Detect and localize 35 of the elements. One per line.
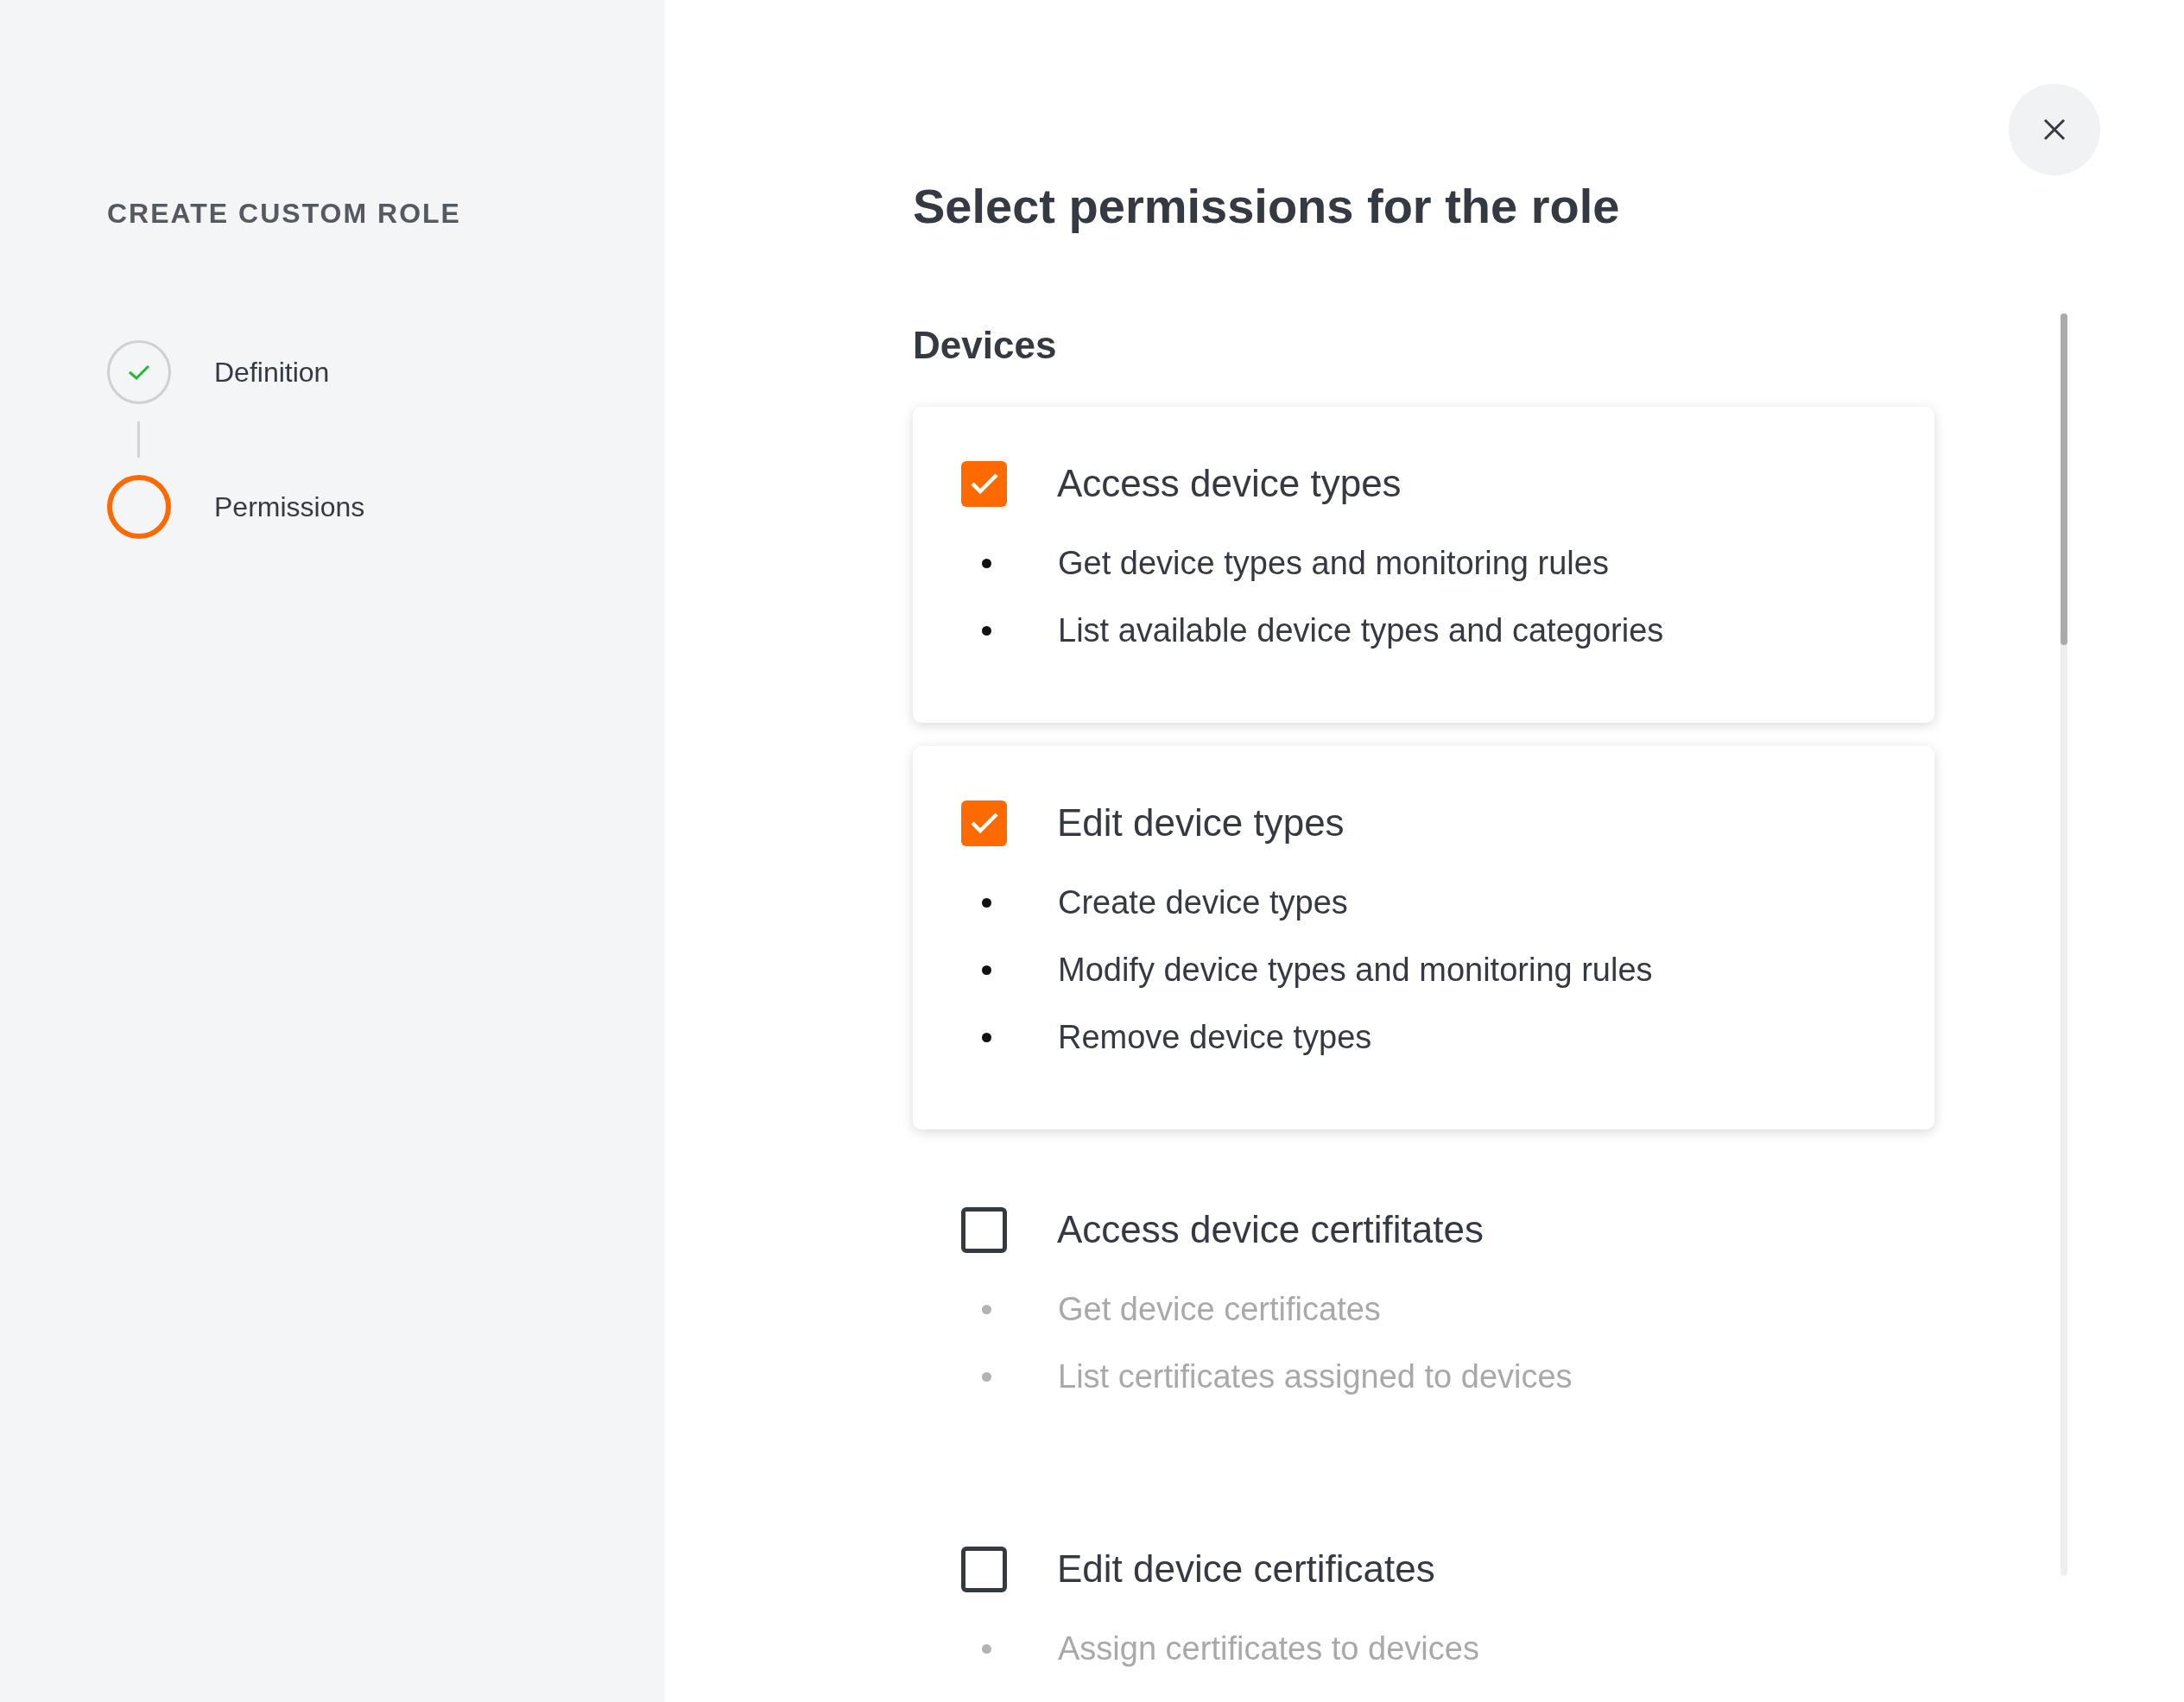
permission-detail: Get device types and monitoring rules [1058,544,1609,584]
bullet-icon [982,558,991,568]
checkbox[interactable] [961,800,1007,846]
close-icon [2043,118,2066,141]
permission-detail: Remove device types [1058,1018,1372,1058]
checkmark-icon [969,472,999,496]
checkmark-icon [128,364,150,382]
checkbox[interactable] [961,1546,1007,1592]
permission-title: Edit device types [1057,800,1345,846]
step-label[interactable]: Definition [214,351,330,394]
scrollbar[interactable] [2061,313,2067,1577]
page-heading: Select permissions for the role [913,178,1621,235]
permission-detail: Create device types [1058,883,1348,923]
permission-title: Access device types [1057,461,1402,507]
bullet-icon [982,897,991,908]
checkmark-icon [969,812,999,835]
checkbox[interactable] [961,460,1007,507]
bullet-icon [982,1371,991,1382]
bullet-icon [982,625,991,636]
section-title: Devices [913,323,1058,369]
permission-detail: Get device certificates [1058,1290,1381,1330]
bullet-icon [982,1643,991,1654]
checkbox[interactable] [961,1206,1007,1253]
bullet-icon [982,965,991,975]
permission-title: Access device certifitates [1057,1207,1484,1253]
permission-title: Edit device certificates [1057,1547,1435,1592]
bullet-icon [982,1032,991,1042]
scrollbar-thumb[interactable] [2061,313,2067,646]
step-label[interactable]: Permissions [214,486,365,528]
permission-detail: Modify device types and monitoring rules [1058,951,1653,990]
permission-detail: List certificates assigned to devices [1058,1357,1573,1397]
permission-detail: List available device types and categories [1058,611,1664,651]
permission-detail: Assign certificates to devices [1058,1629,1479,1669]
bullet-icon [982,1304,991,1314]
sidebar-title: CREATE CUSTOM ROLE [107,197,462,231]
